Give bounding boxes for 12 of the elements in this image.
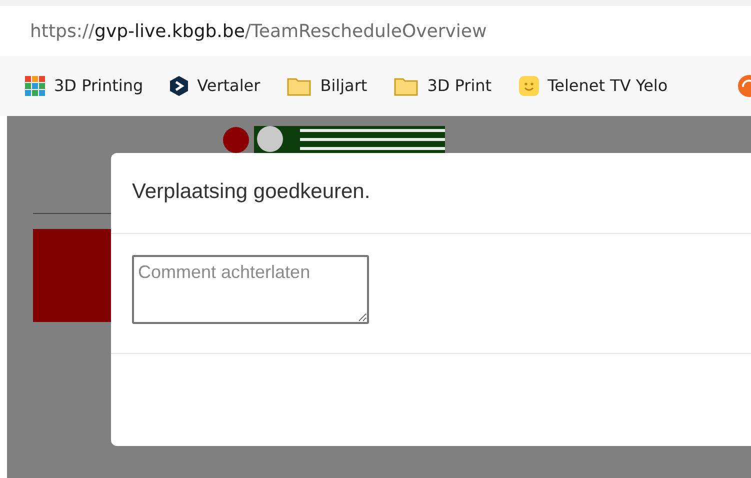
bookmark-link[interactable]: Biljart <box>286 74 368 98</box>
blocks-icon <box>24 75 46 97</box>
comment-field[interactable]: Comment achterlaten <box>132 255 369 324</box>
bookmark-link[interactable]: 3D Print <box>393 74 492 98</box>
hexagon-icon <box>169 75 190 97</box>
modal-title: Verplaatsing goedkeuren. <box>111 153 751 234</box>
smiley-icon <box>518 75 540 97</box>
bookmark-icon[interactable] <box>737 74 751 98</box>
address-url[interactable]: https://gvp-live.kbgb.be/TeamRescheduleOverview <box>30 18 487 44</box>
bookmark-link[interactable]: 3D Printing <box>24 74 144 98</box>
bookmark-link[interactable]: Vertaler <box>169 74 260 98</box>
bookmark-link[interactable]: Telenet TV Yelo <box>518 74 668 98</box>
